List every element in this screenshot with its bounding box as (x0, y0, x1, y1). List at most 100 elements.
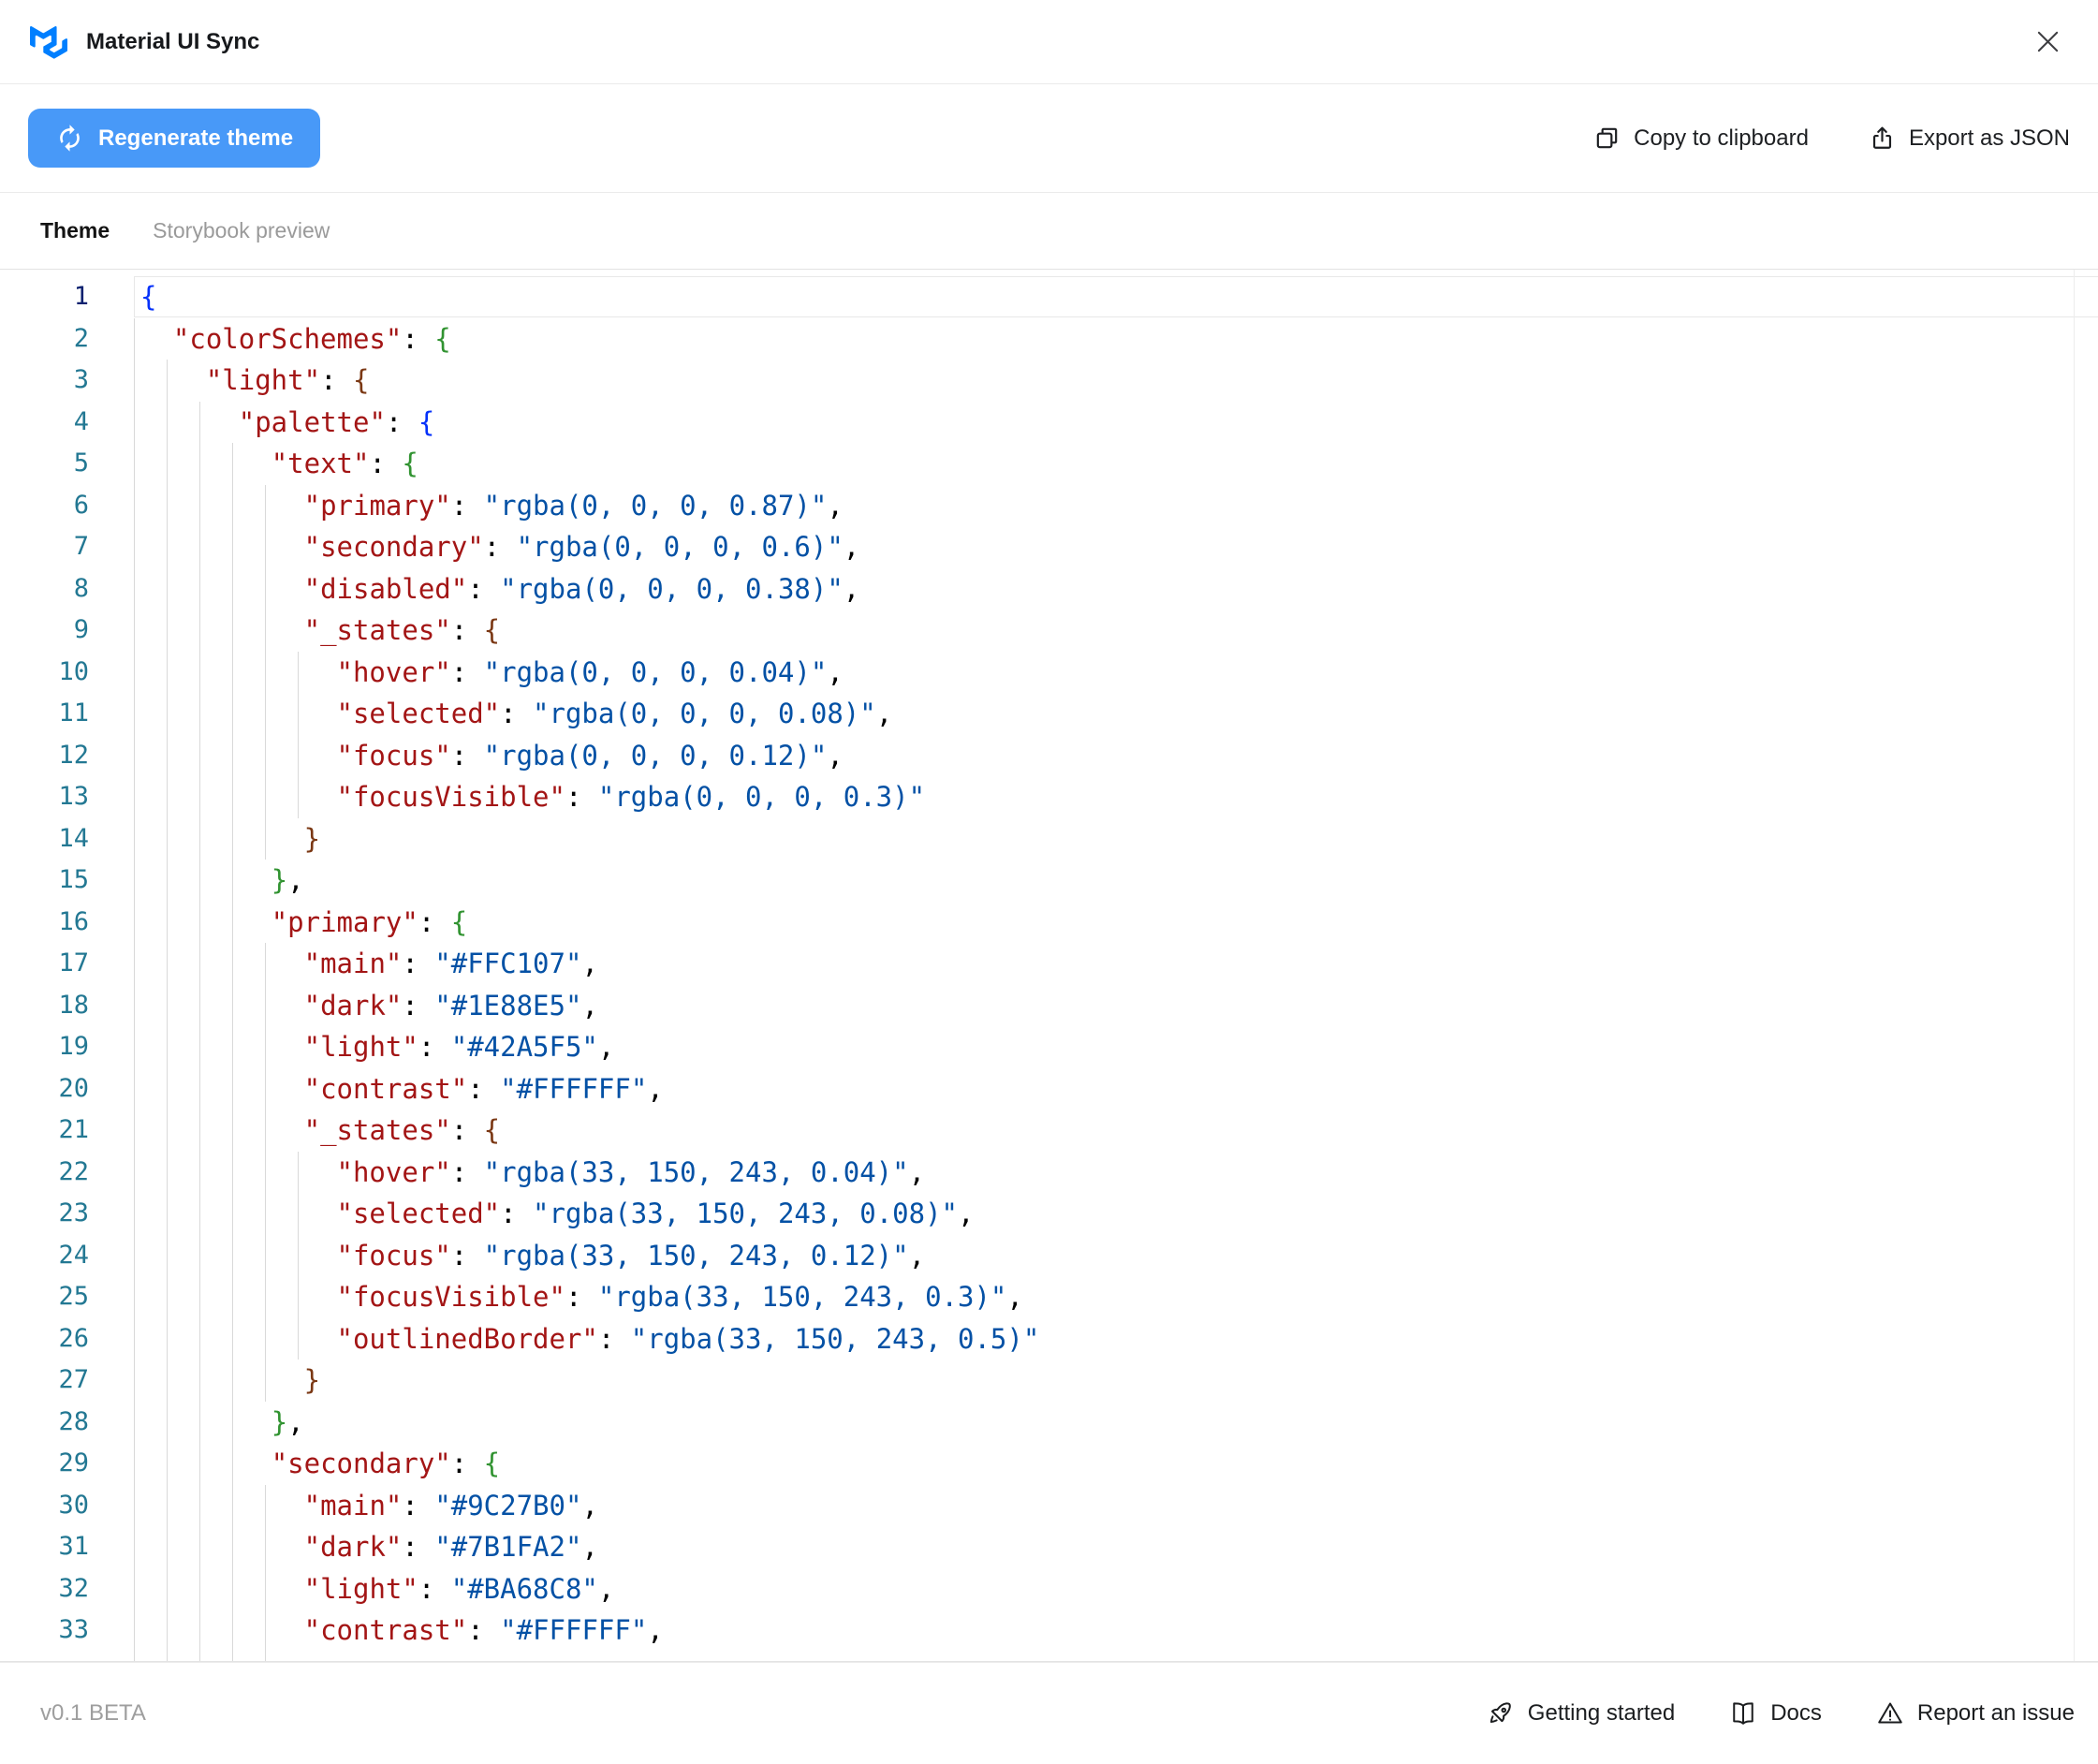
indent-guide (167, 1193, 168, 1235)
code-line-content: "light": "#42A5F5", (134, 1026, 2098, 1068)
version-badge: v0.1 BETA (40, 1700, 146, 1727)
indent-guide (134, 1360, 135, 1402)
getting-started-link[interactable]: Getting started (1487, 1699, 1675, 1727)
line-number: 14 (0, 818, 89, 860)
indent-guide (199, 443, 200, 485)
indent-guide (167, 902, 168, 944)
export-as-json-button[interactable]: Export as JSON (1869, 125, 2070, 152)
indent-guide (232, 985, 233, 1027)
line-number: 30 (0, 1485, 89, 1527)
code-line: 15 }, (0, 860, 2098, 902)
indent-guide (134, 985, 135, 1027)
indent-guide (134, 318, 135, 360)
code-line-content: "light": { (134, 360, 2098, 402)
code-line-content: } (134, 1360, 2098, 1402)
indent-guide (134, 1193, 135, 1235)
code-line: 14 } (0, 818, 2098, 860)
indent-guide (265, 1485, 266, 1527)
code-line: 13 "focusVisible": "rgba(0, 0, 0, 0.3)" (0, 776, 2098, 818)
indent-guide (167, 1402, 168, 1444)
code-line-content: }, (134, 1402, 2098, 1444)
indent-guide (199, 1026, 200, 1068)
indent-guide (265, 1526, 266, 1568)
code-line-content: "palette": { (134, 402, 2098, 444)
regenerate-theme-label: Regenerate theme (98, 125, 293, 152)
code-line: 33 "contrast": "#FFFFFF", (0, 1610, 2098, 1652)
indent-guide (167, 1652, 168, 1663)
indent-guide (232, 1152, 233, 1194)
indent-guide (167, 568, 168, 610)
code-line: 12 "focus": "rgba(0, 0, 0, 0.12)", (0, 735, 2098, 777)
line-number: 24 (0, 1235, 89, 1277)
indent-guide (167, 1318, 168, 1360)
indent-guide (134, 402, 135, 444)
code-line-content: "secondary": { (134, 1443, 2098, 1485)
line-number: 9 (0, 610, 89, 652)
sync-icon (55, 124, 84, 153)
indent-guide (134, 1318, 135, 1360)
indent-guide (134, 902, 135, 944)
code-line-content: "focusVisible": "rgba(0, 0, 0, 0.3)" (134, 776, 2098, 818)
indent-guide (134, 1526, 135, 1568)
code-lines: 1{2 "colorSchemes": {3 "light": {4 "pale… (0, 276, 2098, 1652)
indent-guide (298, 652, 299, 694)
code-line-content: "selected": "rgba(0, 0, 0, 0.08)", (134, 693, 2098, 735)
indent-guide (199, 776, 200, 818)
indent-guide (199, 1402, 200, 1444)
code-editor[interactable]: 1{2 "colorSchemes": {3 "light": {4 "pale… (0, 269, 2098, 1662)
code-line-content: }, (134, 860, 2098, 902)
code-line: 6 "primary": "rgba(0, 0, 0, 0.87)", (0, 485, 2098, 527)
code-line: 11 "selected": "rgba(0, 0, 0, 0.08)", (0, 693, 2098, 735)
code-line: 19 "light": "#42A5F5", (0, 1026, 2098, 1068)
line-number: 13 (0, 776, 89, 818)
close-icon (2032, 26, 2063, 57)
close-button[interactable] (2027, 22, 2068, 63)
tab-storybook-preview[interactable]: Storybook preview (153, 218, 330, 243)
line-number: 8 (0, 568, 89, 610)
copy-to-clipboard-button[interactable]: Copy to clipboard (1593, 125, 1809, 152)
indent-guide (265, 943, 266, 985)
indent-guide (232, 1443, 233, 1485)
indent-guide (134, 693, 135, 735)
indent-guide (167, 943, 168, 985)
indent-guide (199, 568, 200, 610)
report-an-issue-link[interactable]: Report an issue (1876, 1699, 2075, 1727)
indent-guide (134, 610, 135, 652)
indent-guide (265, 652, 266, 694)
tab-bar: Theme Storybook preview (0, 193, 2098, 269)
code-line: 1{ (0, 276, 2098, 318)
indent-guide (167, 776, 168, 818)
regenerate-theme-button[interactable]: Regenerate theme (28, 109, 320, 168)
code-line: 4 "palette": { (0, 402, 2098, 444)
indent-guide (265, 1360, 266, 1402)
indent-guide (199, 526, 200, 568)
indent-guide (167, 1568, 168, 1610)
indent-guide (265, 1152, 266, 1194)
indent-guide (134, 1110, 135, 1152)
docs-label: Docs (1770, 1700, 1822, 1727)
indent-guide (134, 526, 135, 568)
indent-guide (167, 1526, 168, 1568)
tab-theme[interactable]: Theme (40, 218, 110, 243)
indent-guide (134, 1443, 135, 1485)
code-line-content: "selected": "rgba(33, 150, 243, 0.08)", (134, 1193, 2098, 1235)
indent-guide (232, 1568, 233, 1610)
indent-guide (199, 1443, 200, 1485)
indent-guide (134, 1610, 135, 1652)
toolbar-actions: Copy to clipboard Export as JSON (1593, 125, 2070, 152)
line-number: 31 (0, 1526, 89, 1568)
indent-guide (199, 1110, 200, 1152)
indent-guide (134, 1568, 135, 1610)
indent-guide (265, 776, 266, 818)
indent-guide (199, 902, 200, 944)
indent-guide (199, 1526, 200, 1568)
code-line-content: "focusVisible": "rgba(33, 150, 243, 0.3)… (134, 1276, 2098, 1318)
indent-guide (199, 1485, 200, 1527)
docs-link[interactable]: Docs (1729, 1699, 1822, 1727)
code-line: 30 "main": "#9C27B0", (0, 1485, 2098, 1527)
code-line-content: "disabled": "rgba(0, 0, 0, 0.38)", (134, 568, 2098, 610)
indent-guide (134, 360, 135, 402)
indent-guide (134, 568, 135, 610)
indent-guide (265, 1610, 266, 1652)
code-line: 24 "focus": "rgba(33, 150, 243, 0.12)", (0, 1235, 2098, 1277)
